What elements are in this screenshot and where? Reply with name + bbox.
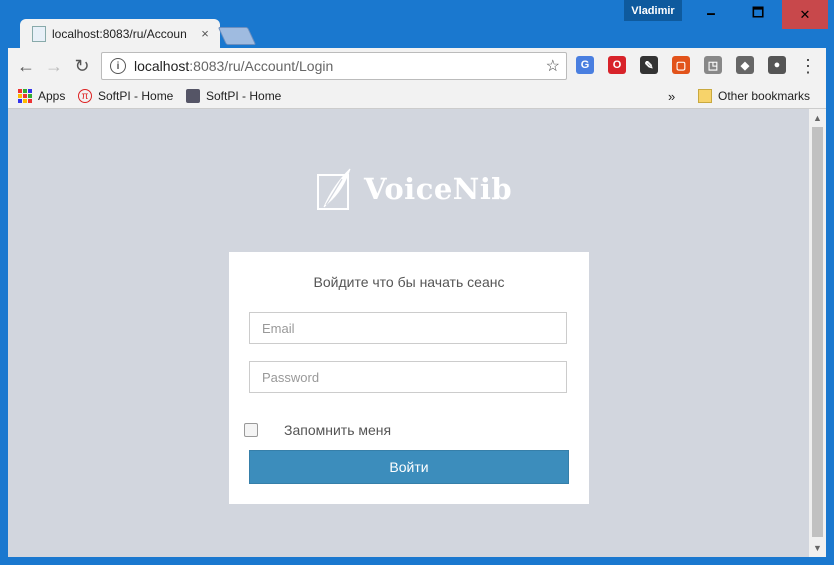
login-box-message: Войдите что бы начать сеанс xyxy=(313,274,505,290)
password-field[interactable]: Password xyxy=(249,361,567,393)
url-host: localhost xyxy=(134,58,190,74)
cast-icon[interactable]: ◳ xyxy=(704,56,722,74)
softpi-site-icon xyxy=(186,89,200,103)
address-bar[interactable]: i localhost:8083/ru/Account/Login ☆ xyxy=(101,52,567,80)
bookmarks-bar: Apps π SoftPI - Home SoftPI - Home » Oth… xyxy=(8,84,826,109)
tab-title: localhost:8083/ru/Accoun xyxy=(52,26,187,41)
bookmark-star-icon[interactable]: ☆ xyxy=(546,56,560,76)
tab-account-login[interactable]: localhost:8083/ru/Accoun × xyxy=(20,19,220,48)
browser-toolbar: ← → ↻ i localhost:8083/ru/Account/Login … xyxy=(8,48,826,84)
eyedropper-icon[interactable]: ✎ xyxy=(640,56,658,74)
scroll-up-arrow-icon[interactable]: ▲ xyxy=(813,113,822,123)
email-placeholder: Email xyxy=(262,320,295,336)
opera-icon[interactable]: O xyxy=(608,56,626,74)
google-translate-icon[interactable]: G xyxy=(576,56,594,74)
lightbulb-icon[interactable]: ● xyxy=(768,56,786,74)
browser-window: Vladimir 🗕 🗖 ✕ localhost:8083/ru/Accoun … xyxy=(0,0,834,565)
office-icon[interactable]: ▢ xyxy=(672,56,690,74)
apps-grid-icon xyxy=(18,89,32,103)
site-info-icon[interactable]: i xyxy=(110,58,126,74)
login-box: Войдите что бы начать сеанс Email Passwo… xyxy=(229,252,589,504)
remember-me-label[interactable]: Запомнить меня xyxy=(284,422,391,438)
bookmark-softpi-1[interactable]: π SoftPI - Home xyxy=(78,87,173,105)
forward-button[interactable]: → xyxy=(44,56,64,76)
login-button[interactable]: Войти xyxy=(249,450,569,484)
window-bottom-border xyxy=(0,557,834,565)
shield-extension-icon[interactable]: ◆ xyxy=(736,56,754,74)
bookmark-apps-label: Apps xyxy=(38,89,66,103)
remember-me-checkbox[interactable] xyxy=(244,423,258,437)
tab-close-icon[interactable]: × xyxy=(196,26,214,41)
folder-icon xyxy=(698,89,712,103)
page-scrollbar[interactable]: ▲ ▼ xyxy=(809,109,826,557)
page-favicon-icon xyxy=(32,25,46,42)
scrollbar-thumb[interactable] xyxy=(812,127,823,537)
pi-icon: π xyxy=(78,89,92,103)
brand-name: VoiceNib xyxy=(364,172,513,206)
new-tab-button[interactable] xyxy=(217,27,257,45)
bookmark-softpi-2[interactable]: SoftPI - Home xyxy=(186,87,281,105)
password-placeholder: Password xyxy=(262,369,320,385)
url-path: :8083/ru/Account/Login xyxy=(189,58,334,74)
bookmark-apps[interactable]: Apps xyxy=(18,87,65,105)
bookmark-softpi-2-label: SoftPI - Home xyxy=(206,89,282,103)
brand-logo: VoiceNib xyxy=(316,167,512,211)
bookmark-other-label: Other bookmarks xyxy=(718,89,811,103)
feather-logo-icon xyxy=(317,168,351,210)
back-button[interactable]: ← xyxy=(16,56,36,76)
email-field[interactable]: Email xyxy=(249,312,567,344)
bookmark-softpi-1-label: SoftPI - Home xyxy=(98,89,174,103)
bookmark-other[interactable]: Other bookmarks xyxy=(698,87,810,105)
profile-badge[interactable]: Vladimir xyxy=(624,0,682,21)
chrome-menu-icon[interactable]: ⋮ xyxy=(798,56,818,76)
scroll-down-arrow-icon[interactable]: ▼ xyxy=(813,543,822,553)
bookmarks-overflow-chevron-icon[interactable]: » xyxy=(668,87,675,105)
tab-strip: localhost:8083/ru/Accoun × xyxy=(8,19,826,48)
reload-button[interactable]: ↻ xyxy=(72,56,92,76)
page-content: VoiceNib Войдите что бы начать сеанс Ema… xyxy=(8,109,809,557)
